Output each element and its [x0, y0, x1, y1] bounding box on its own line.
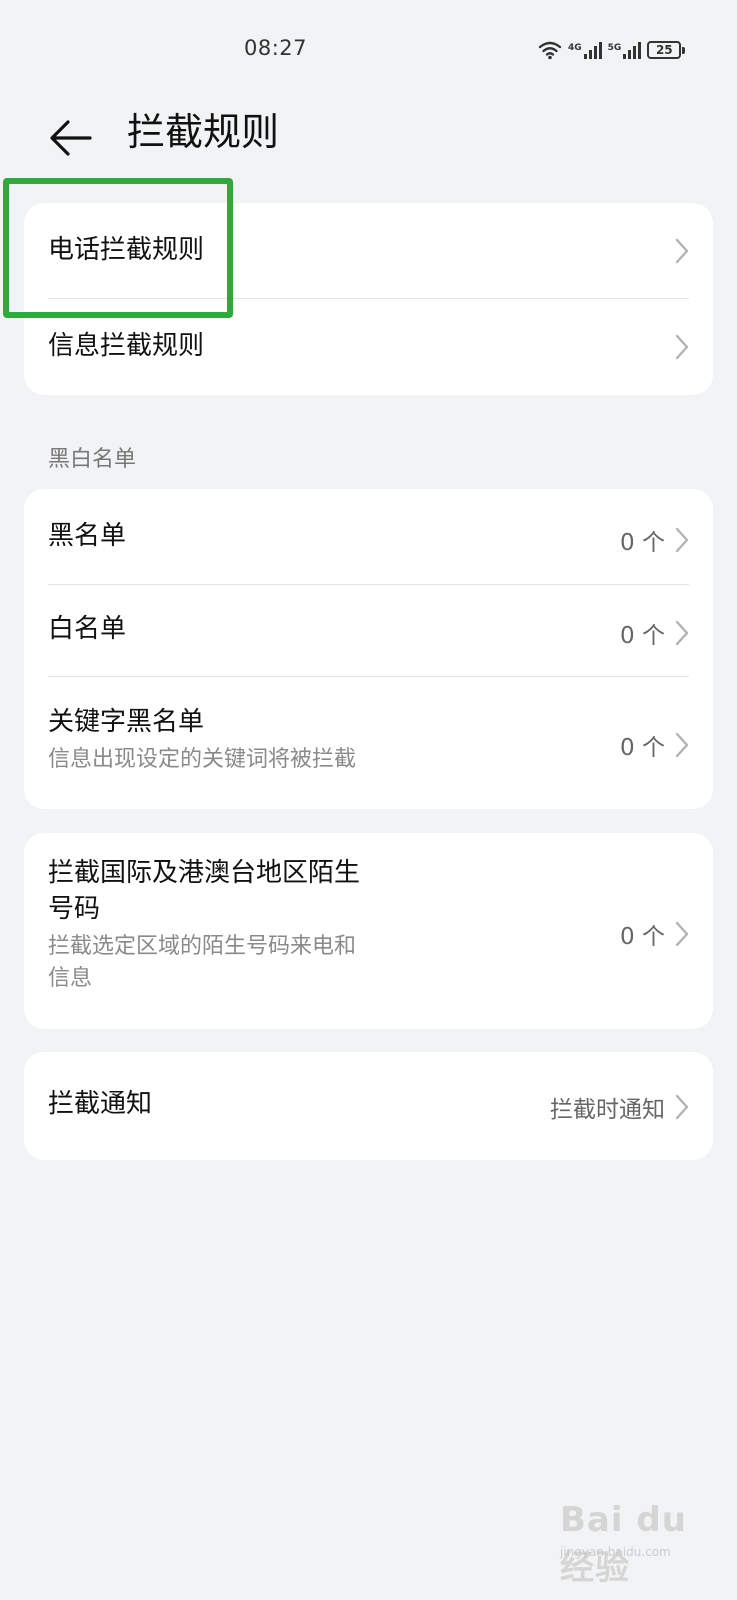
signal-icon: 5G — [608, 41, 642, 59]
whitelist-label: 白名单 — [48, 614, 127, 644]
app-header: 拦截规则 — [0, 100, 737, 200]
blacklist-item[interactable]: 黑名单 0 个 — [24, 489, 713, 584]
wifi-icon — [538, 41, 562, 60]
watermark-url: jingyan.baidu.com — [560, 1545, 671, 1559]
international-description-line1: 拦截选定区域的陌生号码来电和 — [48, 934, 357, 959]
chevron-right-icon — [675, 527, 689, 553]
message-rules-label: 信息拦截规则 — [48, 331, 205, 361]
blacklist-count: 0 个 — [620, 530, 665, 556]
keyword-blacklist-count: 0 个 — [620, 735, 665, 761]
chevron-right-icon — [675, 732, 689, 758]
phone-rules-label: 电话拦截规则 — [48, 235, 205, 265]
blackwhite-card: 黑名单 0 个 白名单 0 个 关键字黑名单 信息出现设定的关键词将被拦截 0 … — [24, 489, 713, 809]
network-type-label: 5G — [607, 43, 622, 53]
back-arrow-icon[interactable] — [48, 118, 92, 158]
baidu-watermark: Bai du 经验 jingyan.baidu.com — [560, 1500, 730, 1588]
blacklist-label: 黑名单 — [48, 521, 127, 551]
international-title-line2: 号码 — [48, 894, 101, 924]
whitelist-item[interactable]: 白名单 0 个 — [24, 584, 713, 676]
chevron-right-icon — [675, 238, 689, 264]
international-title-line1: 拦截国际及港澳台地区陌生 — [48, 858, 361, 888]
back-button[interactable] — [40, 108, 100, 168]
page-title: 拦截规则 — [127, 110, 280, 154]
rules-card: 电话拦截规则 信息拦截规则 — [24, 203, 713, 395]
battery-level: 25 — [655, 43, 673, 57]
international-description-line2: 信息 — [48, 966, 93, 991]
message-rules-item[interactable]: 信息拦截规则 — [24, 299, 713, 395]
status-time: 08:27 — [244, 36, 308, 60]
whitelist-count: 0 个 — [620, 623, 665, 649]
keyword-blacklist-item[interactable]: 关键字黑名单 信息出现设定的关键词将被拦截 0 个 — [24, 676, 713, 809]
signal-icon: 4G — [568, 41, 602, 59]
international-count: 0 个 — [620, 924, 665, 950]
chevron-right-icon — [675, 1094, 689, 1120]
phone-rules-item[interactable]: 电话拦截规则 — [24, 203, 713, 299]
keyword-blacklist-label: 关键字黑名单 — [48, 707, 205, 737]
chevron-right-icon — [675, 921, 689, 947]
block-notification-label: 拦截通知 — [48, 1089, 153, 1119]
international-block-item[interactable]: 拦截国际及港澳台地区陌生 号码 拦截选定区域的陌生号码来电和 信息 0 个 — [24, 833, 713, 1029]
chevron-right-icon — [675, 334, 689, 360]
block-notification-item[interactable]: 拦截通知 拦截时通知 — [24, 1052, 713, 1160]
status-bar: 08:27 4G 5G 25 — [0, 0, 737, 100]
block-notification-value: 拦截时通知 — [550, 1097, 665, 1123]
chevron-right-icon — [675, 620, 689, 646]
battery-icon: 25 — [647, 41, 686, 59]
section-label-blackwhite: 黑白名单 — [48, 447, 137, 472]
notification-card: 拦截通知 拦截时通知 — [24, 1052, 713, 1160]
network-type-label: 4G — [568, 43, 582, 53]
keyword-blacklist-description: 信息出现设定的关键词将被拦截 — [48, 747, 357, 772]
international-card: 拦截国际及港澳台地区陌生 号码 拦截选定区域的陌生号码来电和 信息 0 个 — [24, 833, 713, 1029]
status-icons: 4G 5G 25 — [538, 36, 686, 64]
